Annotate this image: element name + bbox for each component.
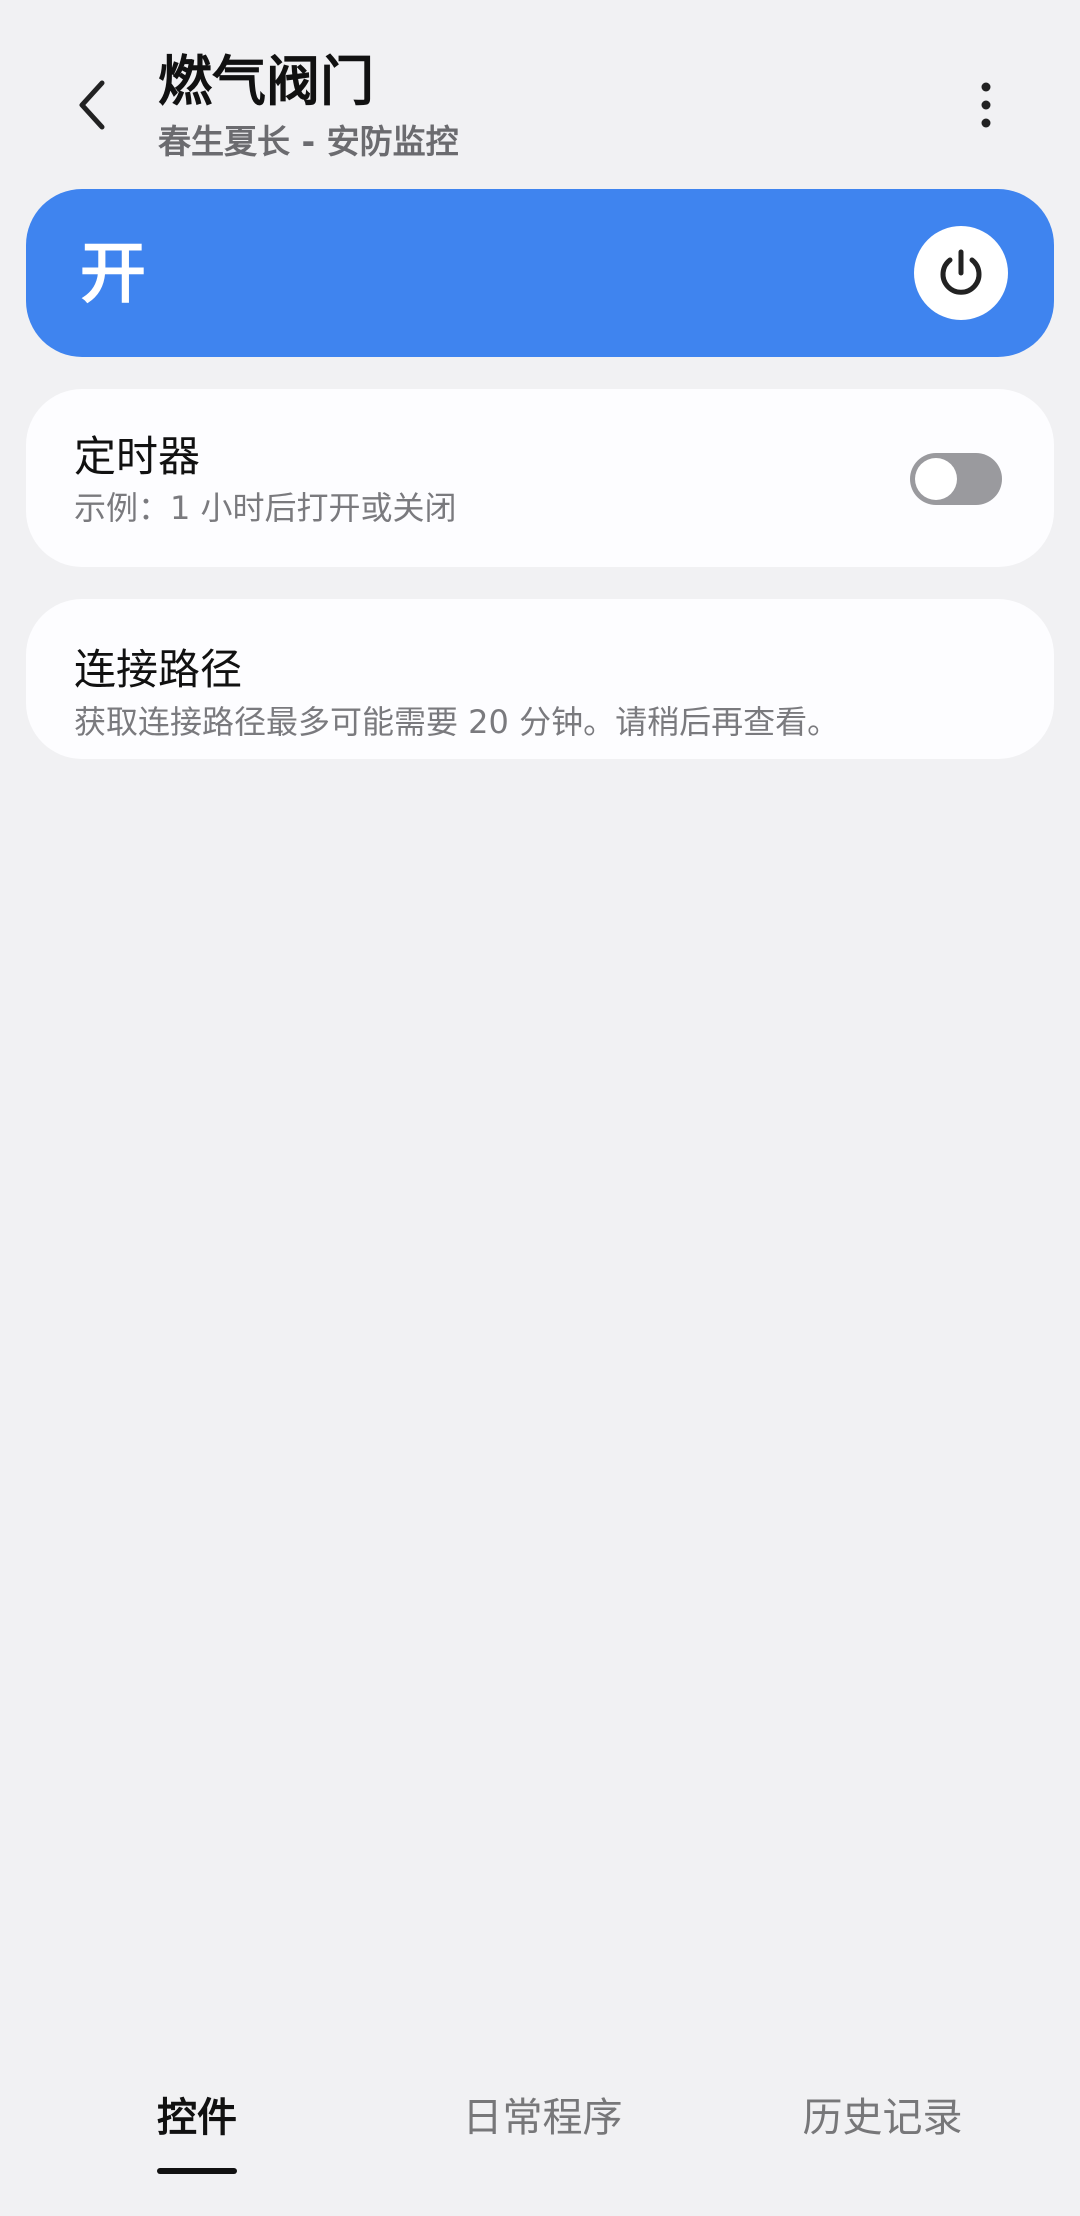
page-subtitle: 春生夏长 - 安防监控 xyxy=(158,122,459,161)
tab-routines[interactable]: 日常程序 xyxy=(460,2090,625,2180)
connection-path-description: 获取连接路径最多可能需要 20 分钟。请稍后再查看。 xyxy=(74,703,840,741)
timer-title: 定时器 xyxy=(74,432,201,481)
toggle-knob xyxy=(915,458,957,500)
tab-label: 历史记录 xyxy=(802,2095,963,2141)
page-title: 燃气阀门 xyxy=(158,50,374,113)
timer-toggle[interactable] xyxy=(910,453,1002,505)
power-toggle-button[interactable] xyxy=(914,226,1008,320)
back-button[interactable] xyxy=(60,70,124,140)
chevron-left-icon xyxy=(79,80,105,130)
active-tab-indicator xyxy=(157,2168,237,2174)
bottom-navigation: 控件 日常程序 历史记录 xyxy=(0,2090,1080,2190)
power-status-card[interactable]: 开 xyxy=(26,189,1054,357)
app-header: 燃气阀门 春生夏长 - 安防监控 xyxy=(0,0,1080,180)
tab-label: 日常程序 xyxy=(462,2095,623,2141)
timer-description: 示例：1 小时后打开或关闭 xyxy=(74,489,457,527)
tab-label: 控件 xyxy=(157,2095,237,2141)
tab-history[interactable]: 历史记录 xyxy=(800,2090,965,2180)
more-vertical-icon xyxy=(981,82,991,128)
tab-controls[interactable]: 控件 xyxy=(157,2090,237,2180)
connection-path-title: 连接路径 xyxy=(74,645,243,694)
timer-card[interactable]: 定时器 示例：1 小时后打开或关闭 xyxy=(26,389,1054,567)
connection-path-card[interactable]: 连接路径 获取连接路径最多可能需要 20 分钟。请稍后再查看。 xyxy=(26,599,1054,759)
power-icon xyxy=(940,249,982,295)
power-state-label: 开 xyxy=(80,235,146,312)
more-options-button[interactable] xyxy=(960,70,1012,140)
